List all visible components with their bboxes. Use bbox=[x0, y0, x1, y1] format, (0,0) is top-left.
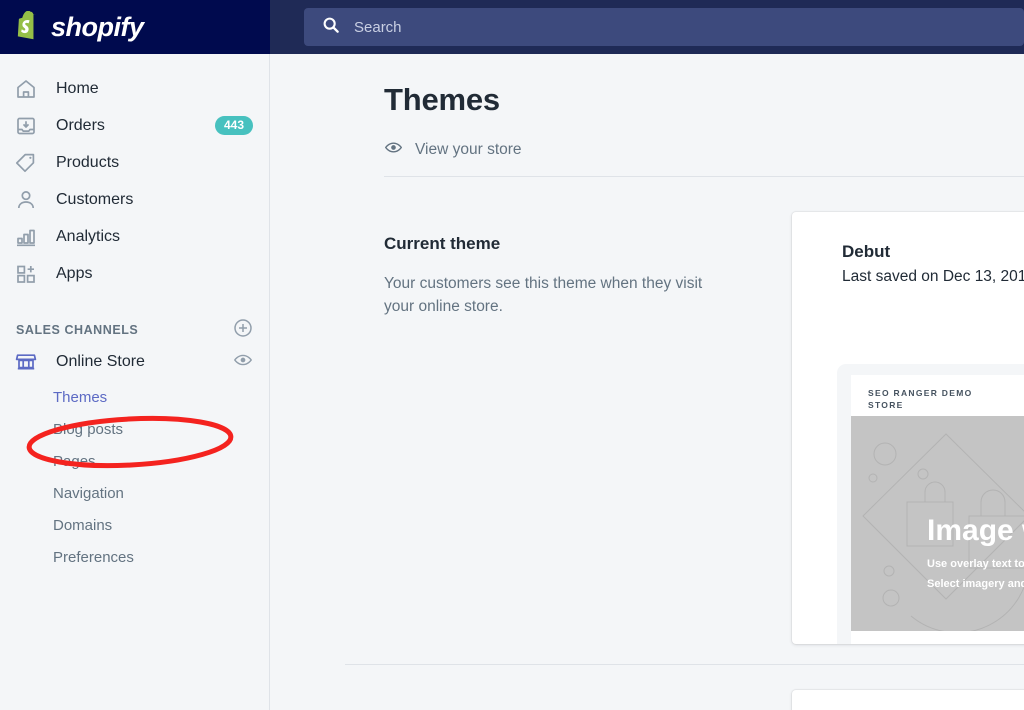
main-content: Themes View your store Current theme You… bbox=[270, 54, 1024, 710]
sidebar-item-blog-posts[interactable]: Blog posts bbox=[0, 413, 269, 445]
sidebar-item-analytics[interactable]: Analytics bbox=[0, 218, 269, 255]
page-title: Themes bbox=[384, 82, 500, 117]
sidebar-item-label: Themes bbox=[53, 388, 108, 406]
sidebar-item-themes[interactable]: Themes bbox=[0, 381, 269, 413]
person-icon bbox=[14, 188, 38, 212]
bar-chart-icon bbox=[14, 225, 38, 249]
home-icon bbox=[14, 77, 38, 101]
sidebar-item-navigation[interactable]: Navigation bbox=[0, 477, 269, 509]
theme-last-saved: Last saved on Dec 13, 2017 bbox=[842, 268, 1024, 285]
preview-hero-subtitle-1: Use overlay text to gi bbox=[927, 558, 1024, 570]
theme-card[interactable]: Debut Last saved on Dec 13, 2017 SEO RAN… bbox=[792, 212, 1024, 644]
sidebar-item-label: Analytics bbox=[56, 227, 121, 245]
theme-name: Debut bbox=[842, 242, 891, 261]
sidebar-item-home[interactable]: Home bbox=[0, 70, 269, 107]
preview-hero-title: Image w bbox=[927, 514, 1024, 547]
sidebar-item-online-store[interactable]: Online Store bbox=[0, 343, 269, 381]
sidebar-item-orders[interactable]: Orders 443 bbox=[0, 107, 269, 144]
sidebar-item-label: Domains bbox=[53, 516, 113, 534]
shopify-bag-icon bbox=[14, 10, 44, 43]
sidebar-item-label: Pages bbox=[53, 452, 96, 470]
sidebar-item-label: Navigation bbox=[53, 484, 124, 502]
sidebar-item-preferences[interactable]: Preferences bbox=[0, 541, 269, 573]
preview-body-section: F bbox=[851, 631, 1024, 644]
top-bar: Search bbox=[270, 0, 1024, 54]
sidebar-item-label: Orders bbox=[56, 116, 105, 134]
sidebar-item-label: Online Store bbox=[56, 353, 145, 370]
brand-logo-bar[interactable]: shopify bbox=[0, 0, 270, 54]
brand-wordmark: shopify bbox=[51, 11, 144, 42]
eye-icon bbox=[384, 138, 403, 162]
current-theme-heading: Current theme bbox=[384, 234, 501, 253]
sidebar-item-customers[interactable]: Customers bbox=[0, 181, 269, 218]
plus-circle-icon[interactable] bbox=[233, 318, 253, 343]
search-icon bbox=[322, 16, 340, 39]
sidebar-item-products[interactable]: Products bbox=[0, 144, 269, 181]
sidebar-item-domains[interactable]: Domains bbox=[0, 509, 269, 541]
theme-preview-screen: SEO RANGER DEMO STORE Image Use overlay … bbox=[851, 375, 1024, 644]
current-theme-description: Your customers see this theme when they … bbox=[384, 275, 703, 316]
view-your-store-label: View your store bbox=[415, 141, 522, 158]
store-icon bbox=[14, 350, 38, 374]
sidebar-item-label: Products bbox=[56, 153, 120, 171]
status-badge: 443 bbox=[214, 115, 253, 136]
section-title: SALES CHANNELS bbox=[16, 323, 139, 337]
header-divider bbox=[384, 176, 1024, 177]
sidebar: Home Orders 443 Products Customers Analy… bbox=[0, 54, 270, 710]
sales-channels-section-header: SALES CHANNELS bbox=[0, 317, 269, 343]
search-placeholder-text: Search bbox=[354, 18, 402, 36]
sidebar-item-label: Home bbox=[56, 79, 99, 97]
sidebar-item-pages[interactable]: Pages bbox=[0, 445, 269, 477]
eye-icon[interactable] bbox=[233, 350, 253, 375]
shopify-admin-screen: shopify Search Home Orders 443 Products … bbox=[0, 0, 1024, 710]
theme-preview-device: SEO RANGER DEMO STORE Image Use overlay … bbox=[837, 364, 1024, 644]
sidebar-item-label: Preferences bbox=[53, 548, 134, 566]
sidebar-item-label: Customers bbox=[56, 190, 134, 208]
sidebar-item-label: Blog posts bbox=[53, 420, 124, 438]
apps-icon bbox=[14, 262, 38, 286]
section-divider bbox=[345, 664, 1024, 665]
sidebar-item-apps[interactable]: Apps bbox=[0, 255, 269, 292]
preview-hero-subtitle-2: Select imagery and bbox=[927, 578, 1024, 590]
tag-icon bbox=[14, 151, 38, 175]
preview-store-name: SEO RANGER DEMO STORE bbox=[868, 388, 973, 411]
sidebar-item-label: Apps bbox=[56, 264, 93, 282]
preview-store-header: SEO RANGER DEMO STORE bbox=[851, 375, 1024, 416]
preview-hero-banner: Image w Use overlay text to gi Select im… bbox=[851, 416, 1024, 631]
orders-icon bbox=[14, 114, 38, 138]
theme-library-card[interactable] bbox=[792, 690, 1024, 710]
view-your-store-link[interactable]: View your store bbox=[384, 138, 522, 162]
search-input[interactable]: Search bbox=[304, 8, 1024, 46]
